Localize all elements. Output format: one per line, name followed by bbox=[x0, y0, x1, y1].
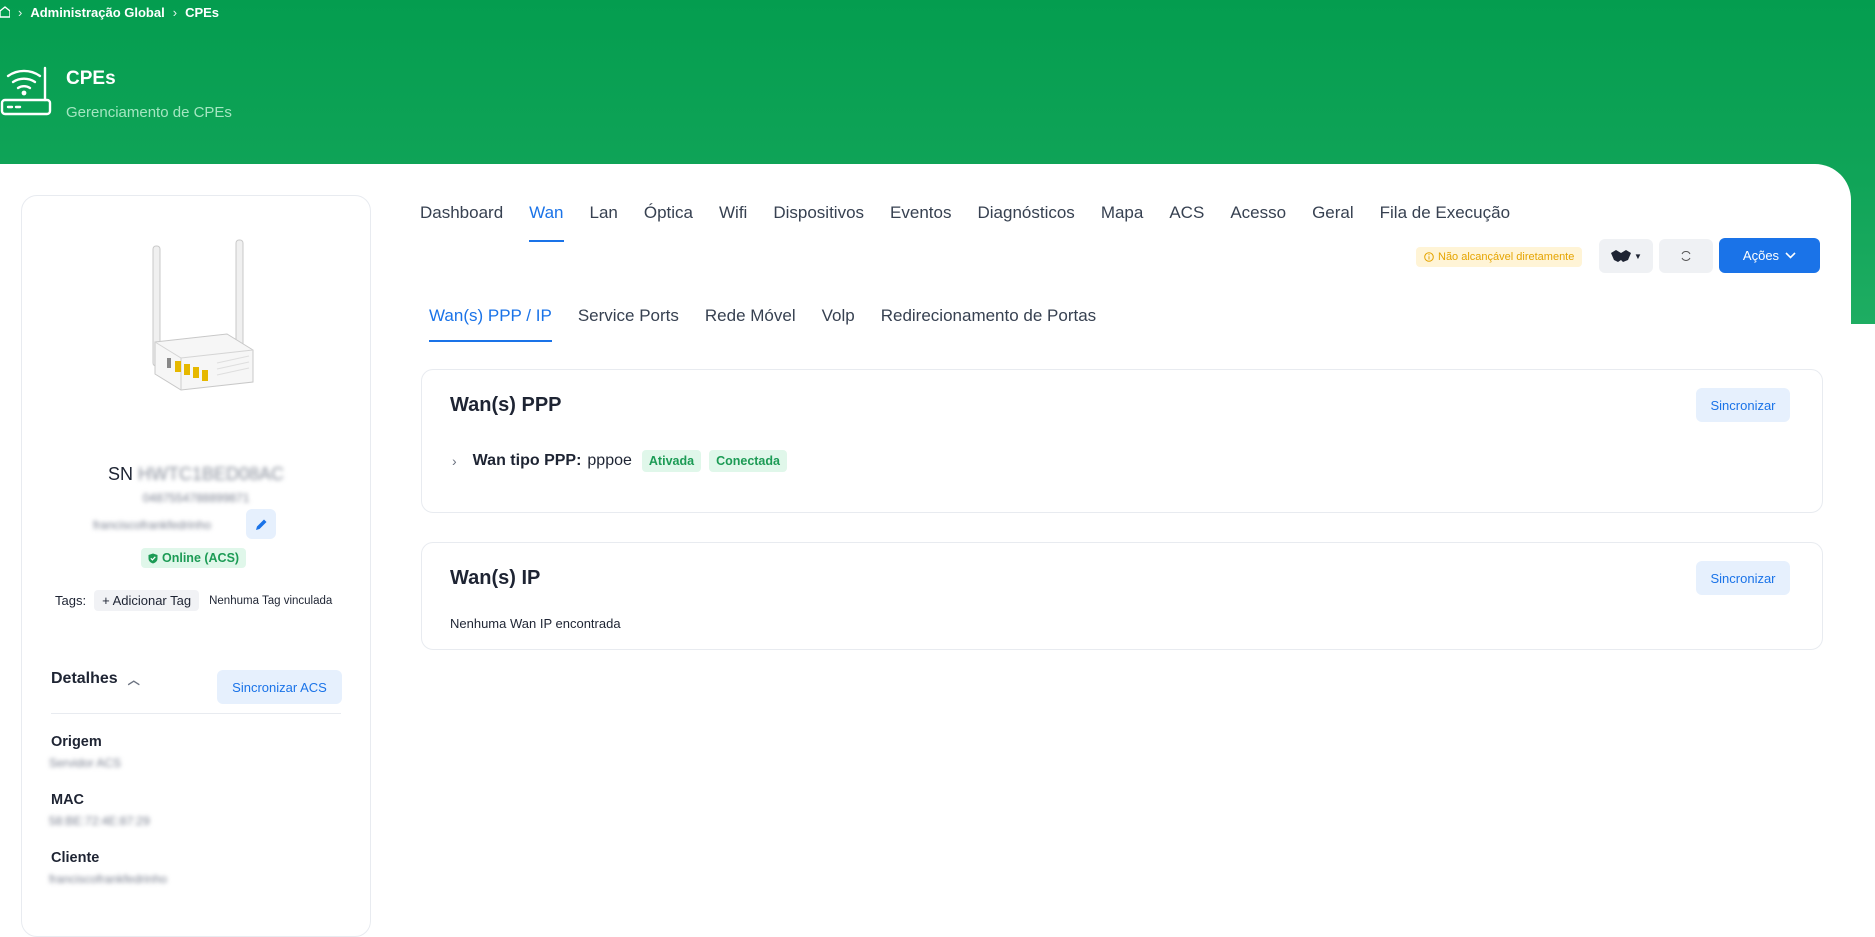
serial-prefix: SN bbox=[107, 464, 133, 484]
badge-enabled: Ativada bbox=[641, 450, 702, 472]
tab-fila-execucao[interactable]: Fila de Execução bbox=[1380, 203, 1510, 240]
tab-geral[interactable]: Geral bbox=[1312, 203, 1354, 240]
status-label: Online (ACS) bbox=[162, 551, 240, 565]
detail-label-client: Cliente bbox=[51, 850, 100, 866]
chevron-right-icon: › bbox=[172, 4, 178, 20]
breadcrumb: › Administração Global › CPEs bbox=[0, 3, 219, 21]
page-subtitle: Gerenciamento de CPEs bbox=[66, 104, 232, 121]
page-title: CPEs bbox=[66, 68, 116, 89]
breadcrumb-item-cpes: CPEs bbox=[185, 4, 220, 20]
tags-empty-text: Nenhuma Tag vinculada bbox=[209, 594, 333, 607]
tab-eventos[interactable]: Eventos bbox=[890, 203, 951, 240]
wan-ip-empty-text: Nenhuma Wan IP encontrada bbox=[450, 616, 621, 631]
detail-value-client: franciscofrankfedrinho bbox=[49, 872, 168, 886]
wan-type-label: Wan tipo PPP: bbox=[472, 452, 582, 469]
details-title: Detalhes bbox=[51, 670, 118, 687]
wan-type-value: pppoe bbox=[587, 452, 632, 469]
actions-button[interactable]: Ações bbox=[1719, 238, 1820, 273]
wan-subtabs: Wan(s) PPP / IP Service Ports Rede Móvel… bbox=[429, 306, 1122, 342]
refresh-button[interactable] bbox=[1659, 239, 1713, 273]
wan-ip-title: Wan(s) IP bbox=[450, 567, 541, 589]
reachability-label: Não alcançável diretamente bbox=[1438, 251, 1575, 263]
wan-ip-card: Wan(s) IP Sincronizar Nenhuma Wan IP enc… bbox=[421, 542, 1823, 650]
subtab-volp[interactable]: Volp bbox=[822, 306, 855, 342]
wan-ppp-row[interactable]: › Wan tipo PPP: pppoe Ativada Conectada bbox=[452, 450, 787, 472]
detail-label-mac: MAC bbox=[51, 792, 85, 808]
device-image bbox=[152, 239, 254, 391]
chevron-down-icon bbox=[1785, 252, 1796, 259]
wan-ip-sync-button[interactable]: Sincronizar bbox=[1696, 561, 1790, 595]
tab-dashboard[interactable]: Dashboard bbox=[420, 203, 503, 240]
tab-lan[interactable]: Lan bbox=[590, 203, 618, 240]
shield-check-icon bbox=[148, 553, 158, 563]
subtab-rede-movel[interactable]: Rede Móvel bbox=[705, 306, 796, 342]
tab-mapa[interactable]: Mapa bbox=[1101, 203, 1144, 240]
tab-wan[interactable]: Wan bbox=[529, 203, 564, 242]
edit-button[interactable] bbox=[246, 509, 276, 539]
tab-optica[interactable]: Óptica bbox=[644, 203, 693, 240]
device-side-panel: SN HWTC1BED08AC 0487554788899871 francis… bbox=[21, 195, 371, 937]
handshake-icon bbox=[1611, 250, 1632, 262]
tab-dispositivos[interactable]: Dispositivos bbox=[773, 203, 864, 240]
details-divider bbox=[51, 713, 341, 714]
home-icon[interactable] bbox=[0, 6, 10, 18]
subtab-wan-ppp-ip[interactable]: Wan(s) PPP / IP bbox=[429, 306, 552, 342]
actions-label: Ações bbox=[1742, 248, 1780, 263]
detail-value-mac: 58:BE:72:4E:87:29 bbox=[49, 814, 150, 828]
pencil-icon bbox=[255, 519, 266, 530]
tags-row: Tags: + Adicionar Tag Nenhuma Tag vincul… bbox=[55, 590, 332, 611]
status-badge: Online (ACS) bbox=[141, 548, 247, 568]
wan-ppp-sync-button[interactable]: Sincronizar bbox=[1696, 388, 1790, 422]
detail-label-origin: Origem bbox=[51, 734, 102, 750]
wan-ppp-card: Wan(s) PPP Sincronizar › Wan tipo PPP: p… bbox=[421, 369, 1823, 513]
add-tag-button[interactable]: + Adicionar Tag bbox=[94, 590, 200, 611]
reachability-badge: Não alcançável diretamente bbox=[1416, 247, 1583, 267]
main-tabs: Dashboard Wan Lan Óptica Wifi Dispositiv… bbox=[420, 203, 1536, 242]
chevron-right-icon[interactable]: › bbox=[452, 453, 457, 469]
tab-acs[interactable]: ACS bbox=[1169, 203, 1204, 240]
device-serial: SN HWTC1BED08AC bbox=[22, 464, 370, 485]
info-icon bbox=[1424, 252, 1434, 262]
details-header[interactable]: Detalhes ︿ bbox=[51, 670, 140, 688]
device-identifier: 0487554788899871 bbox=[142, 491, 250, 505]
tab-diagnosticos[interactable]: Diagnósticos bbox=[977, 203, 1074, 240]
router-wifi-icon bbox=[0, 66, 52, 116]
tags-label: Tags: bbox=[55, 593, 87, 608]
tab-wifi[interactable]: Wifi bbox=[719, 203, 747, 240]
subtab-service-ports[interactable]: Service Ports bbox=[578, 306, 679, 342]
refresh-icon bbox=[1681, 251, 1691, 261]
caret-down-icon: ▼ bbox=[1634, 251, 1642, 261]
detail-value-origin: Servidor ACS bbox=[49, 756, 122, 770]
breadcrumb-item-global-admin[interactable]: Administração Global bbox=[30, 5, 164, 20]
device-username: franciscofrankfedrinho bbox=[92, 518, 212, 532]
sync-acs-button[interactable]: Sincronizar ACS bbox=[217, 670, 342, 704]
serial-value: HWTC1BED08AC bbox=[138, 464, 285, 484]
subtab-port-forwarding[interactable]: Redirecionamento de Portas bbox=[881, 306, 1096, 342]
chevron-right-icon: › bbox=[18, 4, 23, 20]
page-header: CPEs Gerenciamento de CPEs bbox=[0, 62, 232, 121]
tab-acesso[interactable]: Acesso bbox=[1230, 203, 1286, 240]
wan-ppp-title: Wan(s) PPP bbox=[450, 394, 562, 416]
chevron-up-icon[interactable]: ︿ bbox=[128, 671, 140, 688]
handshake-dropdown-button[interactable]: ▼ bbox=[1599, 239, 1653, 273]
badge-connected: Conectada bbox=[709, 450, 787, 472]
